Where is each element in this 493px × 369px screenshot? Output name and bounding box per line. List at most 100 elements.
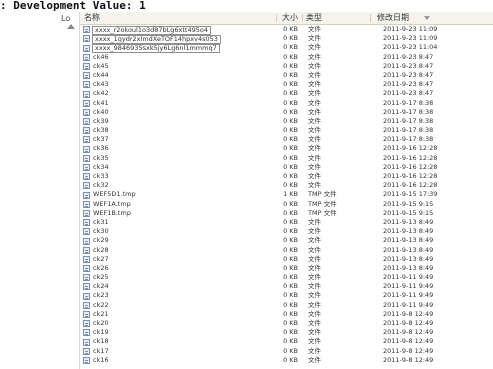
file-size: 0 KB: [283, 70, 298, 79]
file-type: 文件: [308, 52, 321, 61]
sidebar-scroll-up-icon[interactable]: [67, 24, 75, 29]
file-modified-date: 2011-9-11 9:49: [383, 300, 434, 309]
file-row[interactable]: ck24 0 KB 文件 2011-9-11 9:49: [80, 282, 493, 291]
file-modified-date: 2011-9-23 8:47: [383, 52, 434, 61]
file-size: 0 KB: [283, 273, 298, 282]
file-name: ck19: [93, 328, 109, 337]
file-icon: [83, 72, 90, 80]
file-modified-date: 2011-9-15 9:15: [383, 199, 434, 208]
file-row[interactable]: ck18 0 KB 文件 2011-9-8 12:49: [80, 337, 493, 346]
file-name: WEF1B.tmp: [93, 208, 131, 217]
file-size: 0 KB: [283, 328, 298, 337]
file-modified-date: 2011-9-23 8:47: [383, 61, 434, 70]
column-header-name[interactable]: 名称: [84, 12, 100, 24]
file-row[interactable]: ck41 0 KB 文件 2011-9-17 8:38: [80, 99, 493, 108]
file-name: ck41: [93, 98, 109, 107]
file-icon: [83, 246, 90, 254]
file-type: 文件: [308, 153, 321, 162]
file-type: 文件: [308, 25, 321, 33]
file-row[interactable]: ck45 0 KB 文件 2011-9-23 8:47: [80, 62, 493, 71]
column-header-date[interactable]: 修改日期: [377, 12, 409, 24]
file-row[interactable]: ck42 0 KB 文件 2011-9-23 8:47: [80, 89, 493, 98]
file-row[interactable]: ck39 0 KB 文件 2011-9-17 8:38: [80, 117, 493, 126]
file-row[interactable]: ck38 0 KB 文件 2011-9-17 8:38: [80, 126, 493, 135]
file-modified-date: 2011-9-15 9:15: [383, 208, 434, 217]
file-type: 文件: [308, 337, 321, 346]
file-icon: [83, 99, 90, 107]
file-icon: [83, 265, 90, 273]
file-modified-date: 2011-9-8 12:49: [383, 346, 434, 355]
file-name: ck28: [93, 245, 109, 254]
file-row[interactable]: ck17 0 KB 文件 2011-9-8 12:49: [80, 347, 493, 356]
column-header-type[interactable]: 类型: [306, 12, 322, 24]
file-size: 0 KB: [283, 181, 298, 190]
file-row[interactable]: ck27 0 KB 文件 2011-9-13 8:49: [80, 255, 493, 264]
file-modified-date: 2011-9-8 12:49: [383, 309, 434, 318]
file-row[interactable]: ck26 0 KB 文件 2011-9-13 8:49: [80, 264, 493, 273]
file-size: 0 KB: [283, 98, 298, 107]
file-size: 0 KB: [283, 162, 298, 171]
file-name: WEF1A.tmp: [93, 199, 131, 208]
file-name: ck42: [93, 89, 109, 98]
file-type: TMP 文件: [308, 190, 337, 199]
file-row[interactable]: ck22 0 KB 文件 2011-9-11 9:49: [80, 301, 493, 310]
file-row[interactable]: ck37 0 KB 文件 2011-9-17 8:38: [80, 135, 493, 144]
file-icon: [83, 44, 90, 52]
column-divider[interactable]: [302, 14, 303, 22]
file-icon: [83, 90, 90, 98]
file-icon: [83, 145, 90, 153]
file-row[interactable]: ck43 0 KB 文件 2011-9-23 8:47: [80, 80, 493, 89]
file-row[interactable]: ck40 0 KB 文件 2011-9-17 8:38: [80, 108, 493, 117]
file-size: 0 KB: [283, 319, 298, 327]
file-row[interactable]: ck20 0 KB 文件 2011-9-8 12:49: [80, 319, 493, 328]
file-row[interactable]: ck28 0 KB 文件 2011-9-13 8:49: [80, 246, 493, 255]
file-icon: [83, 329, 90, 337]
file-type: 文件: [308, 346, 321, 355]
file-row[interactable]: ck31 0 KB 文件 2011-9-13 8:49: [80, 218, 493, 227]
file-row[interactable]: WEF5D1.tmp 1 KB TMP 文件 2011-9-15 17:39: [80, 190, 493, 199]
file-row[interactable]: ck16 0 KB 文件 2011-9-8 12:49: [80, 356, 493, 365]
file-name: ck45: [93, 61, 109, 70]
file-modified-date: 2011-9-13 8:49: [383, 236, 434, 245]
file-modified-date: 2011-9-8 12:49: [383, 328, 434, 337]
file-list-pane[interactable]: 名称 大小 类型 修改日期 xxxx_r2okoul1o3d87bLg6xtt4…: [79, 12, 493, 369]
file-row[interactable]: ck30 0 KB 文件 2011-9-13 8:49: [80, 227, 493, 236]
file-row[interactable]: ck29 0 KB 文件 2011-9-13 8:49: [80, 236, 493, 245]
file-row[interactable]: ck32 0 KB 文件 2011-9-16 12:28: [80, 181, 493, 190]
file-type: TMP 文件: [308, 199, 337, 208]
file-row[interactable]: xxxx_r2okoul1o3d87bLg6xtt495o4 0 KB 文件 2011…: [80, 25, 493, 35]
file-row[interactable]: ck44 0 KB 文件 2011-9-23 8:47: [80, 71, 493, 80]
file-name: ck18: [93, 337, 109, 346]
file-modified-date: 2011-9-16 12:28: [383, 181, 438, 190]
file-type: 文件: [308, 80, 321, 89]
file-row[interactable]: ck34 0 KB 文件 2011-9-16 12:28: [80, 163, 493, 172]
file-row[interactable]: ck19 0 KB 文件 2011-9-8 12:49: [80, 328, 493, 337]
file-row[interactable]: ck36 0 KB 文件 2011-9-16 12:28: [80, 144, 493, 153]
file-row[interactable]: WEF1B.tmp 0 KB TMP 文件 2011-9-15 9:15: [80, 209, 493, 218]
file-row[interactable]: ck25 0 KB 文件 2011-9-11 9:49: [80, 273, 493, 282]
file-icon: [83, 62, 90, 70]
file-name: ck29: [93, 236, 109, 245]
file-icon: [83, 237, 90, 245]
file-row[interactable]: ck33 0 KB 文件 2011-9-16 12:28: [80, 172, 493, 181]
file-icon: [83, 136, 90, 144]
file-row[interactable]: WEF1A.tmp 0 KB TMP 文件 2011-9-15 9:15: [80, 200, 493, 209]
file-row[interactable]: ck35 0 KB 文件 2011-9-16 12:28: [80, 154, 493, 163]
file-row[interactable]: ck46 0 KB 文件 2011-9-23 8:47: [80, 53, 493, 62]
file-row[interactable]: ck21 0 KB 文件 2011-9-8 12:49: [80, 310, 493, 319]
file-row[interactable]: ck23 0 KB 文件 2011-9-11 9:49: [80, 291, 493, 300]
file-modified-date: 2011-9-13 8:49: [383, 254, 434, 263]
file-size: 0 KB: [283, 25, 298, 33]
file-name: ck22: [93, 300, 109, 309]
file-row[interactable]: xxxx_9846935sxk5jy6Lg6nl1mmmq7 0 KB 文件 2011…: [80, 43, 493, 53]
column-divider[interactable]: [370, 14, 371, 22]
file-name: ck34: [93, 162, 109, 171]
sort-descending-icon: [424, 16, 430, 20]
column-header-size[interactable]: 大小: [282, 12, 298, 24]
file-type: 文件: [308, 89, 321, 98]
file-row[interactable]: xxxx_1qydr2xlmdXeTOF14hpxv4s053 0 KB 文件 201…: [80, 34, 493, 44]
column-divider[interactable]: [276, 14, 277, 22]
file-size: 0 KB: [283, 80, 298, 89]
file-name: ck16: [93, 355, 109, 364]
file-modified-date: 2011-9-15 17:39: [383, 190, 438, 199]
